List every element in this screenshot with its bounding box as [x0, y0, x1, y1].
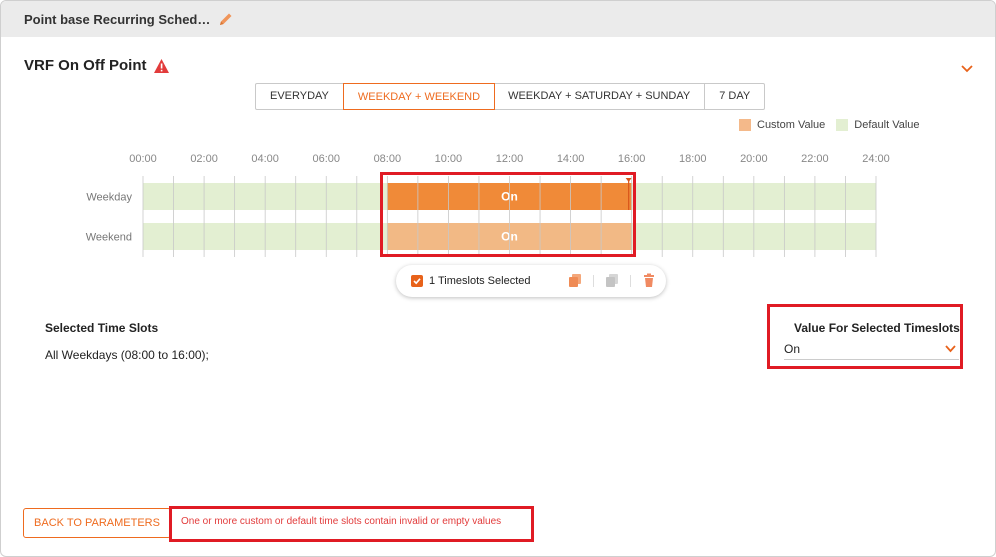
tab-everyday[interactable]: EVERYDAY	[256, 84, 344, 109]
tab-weekday-weekend[interactable]: WEEKDAY + WEEKEND	[342, 83, 496, 110]
row-label: Weekend	[86, 232, 132, 244]
hour-tick-label: 18:00	[679, 153, 707, 165]
hour-tick-label: 08:00	[374, 153, 402, 165]
legend-custom-label: Custom Value	[757, 119, 826, 131]
value-select[interactable]: On	[784, 338, 959, 360]
trash-icon[interactable]	[642, 273, 656, 288]
hour-tick-label: 00:00	[129, 153, 157, 165]
legend-default-swatch	[836, 119, 849, 131]
back-to-parameters-button[interactable]: BACK TO PARAMETERS	[23, 508, 171, 538]
timeslots-checkbox[interactable]	[411, 275, 423, 287]
hour-tick-label: 24:00	[862, 153, 890, 165]
point-name: VRF On Off Point	[24, 57, 147, 74]
tab-weekday-saturday-sunday[interactable]: WEEKDAY + SATURDAY + SUNDAY	[494, 84, 706, 109]
title-bar: Point base Recurring Sched…	[1, 1, 995, 37]
schedule-type-tabs: EVERYDAY WEEKDAY + WEEKEND WEEKDAY + SAT…	[255, 83, 766, 110]
hour-tick-label: 10:00	[435, 153, 463, 165]
row-label: Weekday	[86, 192, 132, 204]
legend-custom: Custom Value	[739, 119, 825, 131]
pencil-edit-icon[interactable]	[218, 11, 234, 27]
hour-tick-label: 22:00	[801, 153, 829, 165]
selected-slots-heading: Selected Time Slots	[45, 321, 159, 335]
chevron-down-icon	[944, 342, 957, 355]
resize-handle-marker[interactable]	[625, 178, 632, 182]
toolbar-divider	[630, 274, 631, 287]
hour-tick-label: 14:00	[557, 153, 585, 165]
warning-icon	[153, 58, 170, 74]
hour-tick-label: 12:00	[496, 153, 524, 165]
timeslot-actions	[568, 273, 656, 288]
hour-tick-label: 06:00	[312, 153, 340, 165]
selected-slots-text: All Weekdays (08:00 to 16:00);	[45, 348, 209, 362]
window-title: Point base Recurring Sched…	[24, 11, 211, 27]
legend-default: Default Value	[836, 119, 920, 131]
schedule-window: Point base Recurring Sched… VRF On Off P…	[0, 0, 996, 557]
schedule-grid: 00:00 02:00 04:00 06:00 08:00 10:00 12:00 14:00…	[86, 153, 890, 257]
hour-tick-label: 02:00	[190, 153, 218, 165]
copy-icon[interactable]	[568, 273, 582, 288]
timeslot-toolbar: 1 Timeslots Selected	[396, 265, 666, 297]
point-heading: VRF On Off Point	[24, 57, 170, 74]
timeslots-selected-label: 1 Timeslots Selected	[429, 275, 531, 287]
value-select-current: On	[784, 341, 801, 356]
toolbar-divider	[593, 274, 594, 287]
value-panel-heading: Value For Selected Timeslots	[794, 321, 960, 335]
hour-tick-label: 16:00	[618, 153, 646, 165]
tab-7-day[interactable]: 7 DAY	[705, 84, 764, 109]
legend-custom-swatch	[739, 119, 751, 131]
chevron-down-icon[interactable]	[959, 60, 975, 76]
paste-icon[interactable]	[605, 273, 619, 288]
hour-tick-label: 20:00	[740, 153, 768, 165]
hour-tick-label: 04:00	[251, 153, 279, 165]
legend: Custom Value Default Value	[739, 119, 931, 131]
legend-default-label: Default Value	[854, 119, 920, 131]
validation-error-message: One or more custom or default time slots…	[181, 516, 502, 527]
